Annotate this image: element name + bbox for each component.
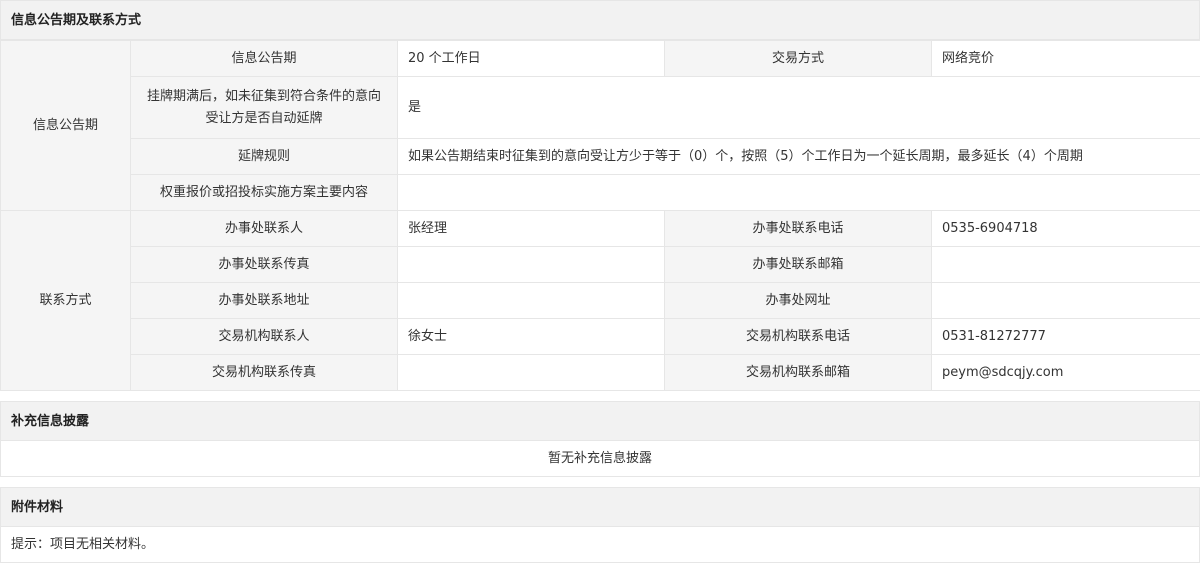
- value-office-address: [397, 282, 665, 319]
- table-row: 延牌规则 如果公告期结束时征集到的意向受让方少于等于（0）个，按照（5）个工作日…: [1, 138, 1200, 175]
- label-office-contact: 办事处联系人: [130, 210, 398, 247]
- label-office-website: 办事处网址: [664, 282, 932, 319]
- label-office-fax: 办事处联系传真: [130, 246, 398, 283]
- value-agency-phone: 0531-81272777: [931, 318, 1200, 355]
- table-row: 交易机构联系人 徐女士 交易机构联系电话 0531-81272777: [1, 318, 1200, 355]
- table-row: 办事处联系地址 办事处网址: [1, 282, 1200, 319]
- label-announcement-period: 信息公告期: [130, 40, 398, 77]
- value-office-contact: 张经理: [397, 210, 665, 247]
- value-office-email: [931, 246, 1200, 283]
- table-row: 办事处联系传真 办事处联系邮箱: [1, 246, 1200, 283]
- label-agency-fax: 交易机构联系传真: [130, 354, 398, 391]
- announcement-contact-table: 信息公告期 信息公告期 20 个工作日 交易方式 网络竞价 挂牌期满后，如未征集…: [0, 40, 1200, 391]
- table-row: 挂牌期满后，如未征集到符合条件的意向受让方是否自动延牌 是: [1, 76, 1200, 139]
- label-trade-method: 交易方式: [664, 40, 932, 77]
- section-header-supplementary: 补充信息披露: [0, 401, 1200, 441]
- value-office-phone: 0535-6904718: [931, 210, 1200, 247]
- label-office-email: 办事处联系邮箱: [664, 246, 932, 283]
- table-row: 联系方式 办事处联系人 张经理 办事处联系电话 0535-6904718: [0, 210, 1200, 391]
- value-agency-contact: 徐女士: [397, 318, 665, 355]
- label-extend-rule: 延牌规则: [130, 138, 398, 175]
- section-header-attachments: 附件材料: [0, 487, 1200, 527]
- value-auto-extend: 是: [397, 76, 1200, 139]
- label-agency-email: 交易机构联系邮箱: [664, 354, 932, 391]
- table-row: 交易机构联系传真 交易机构联系邮箱 peym@sdcqjy.com: [1, 354, 1200, 391]
- group-label-announcement-period: 信息公告期: [0, 40, 131, 211]
- group-label-contact: 联系方式: [0, 210, 131, 391]
- label-agency-contact: 交易机构联系人: [130, 318, 398, 355]
- attachments-hint-text: 提示：项目无相关材料。: [0, 527, 1200, 563]
- label-office-phone: 办事处联系电话: [664, 210, 932, 247]
- table-row: 权重报价或招投标实施方案主要内容: [1, 174, 1200, 211]
- label-office-address: 办事处联系地址: [130, 282, 398, 319]
- value-office-website: [931, 282, 1200, 319]
- value-agency-email[interactable]: peym@sdcqjy.com: [931, 354, 1200, 391]
- label-agency-phone: 交易机构联系电话: [664, 318, 932, 355]
- value-trade-method: 网络竞价: [931, 40, 1200, 77]
- value-extend-rule: 如果公告期结束时征集到的意向受让方少于等于（0）个，按照（5）个工作日为一个延长…: [397, 138, 1200, 175]
- label-weighting-plan: 权重报价或招投标实施方案主要内容: [130, 174, 398, 211]
- table-row: 信息公告期 信息公告期 20 个工作日 交易方式 网络竞价: [0, 40, 1200, 211]
- value-announcement-period: 20 个工作日: [397, 40, 665, 77]
- value-agency-fax: [397, 354, 665, 391]
- value-office-fax: [397, 246, 665, 283]
- section-header-announcement-contact: 信息公告期及联系方式: [0, 0, 1200, 40]
- label-auto-extend: 挂牌期满后，如未征集到符合条件的意向受让方是否自动延牌: [130, 76, 398, 139]
- supplementary-empty-text: 暂无补充信息披露: [0, 441, 1200, 477]
- value-weighting-plan: [397, 174, 1200, 211]
